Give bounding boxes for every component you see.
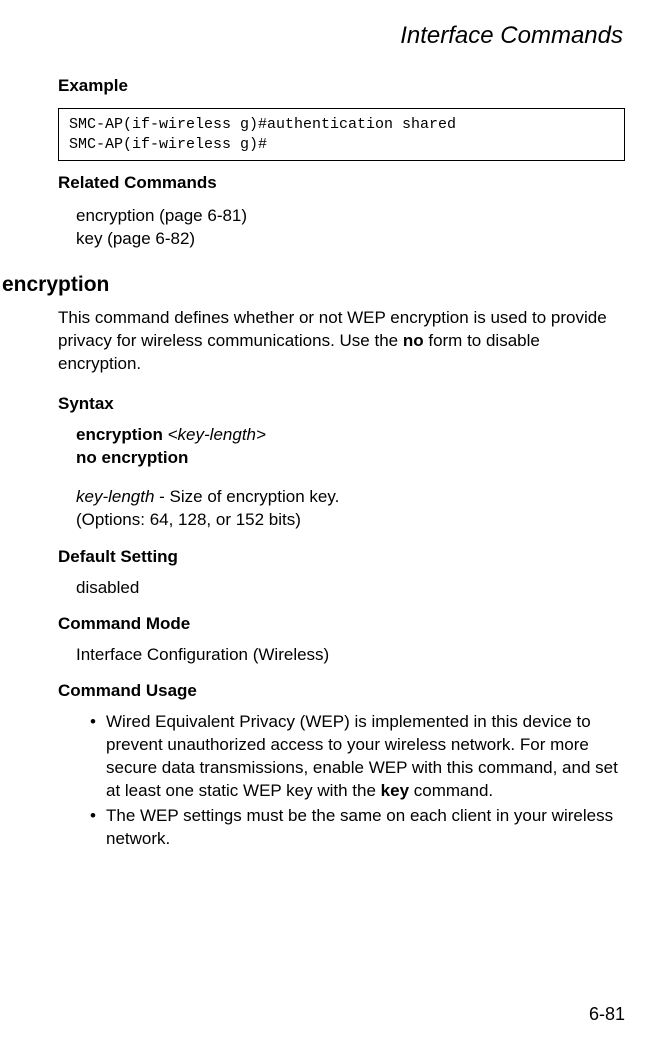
example-code-box: SMC-AP(if-wireless g)#authentication sha… <box>58 108 625 161</box>
bullet-icon: • <box>90 711 96 734</box>
command-usage-list: • Wired Equivalent Privacy (WEP) is impl… <box>90 711 625 851</box>
command-description: This command defines whether or not WEP … <box>58 307 625 376</box>
usage-text-bold: key <box>381 781 409 800</box>
param-name: key-length <box>76 487 154 506</box>
command-usage-heading: Command Usage <box>58 681 625 701</box>
param-desc: - Size of encryption key. <box>154 487 339 506</box>
command-mode-heading: Command Mode <box>58 614 625 634</box>
syntax-param-block: key-length - Size of encryption key. (Op… <box>76 486 625 532</box>
related-commands-heading: Related Commands <box>58 173 625 193</box>
related-command-item: encryption (page 6-81) <box>76 205 625 228</box>
page-number: 6-81 <box>589 1004 625 1025</box>
usage-text: The WEP settings must be the same on eac… <box>106 806 613 848</box>
syntax-line: encryption <key-length> <box>76 424 625 447</box>
command-mode-value: Interface Configuration (Wireless) <box>76 644 625 667</box>
default-setting-value: disabled <box>76 577 625 600</box>
bullet-icon: • <box>90 805 96 828</box>
usage-text-post: command. <box>409 781 493 800</box>
syntax-cmd: encryption <box>76 425 163 444</box>
default-setting-heading: Default Setting <box>58 547 625 567</box>
usage-text-pre: Wired Equivalent Privacy (WEP) is implem… <box>106 712 618 800</box>
syntax-param-options: (Options: 64, 128, or 152 bits) <box>76 509 625 532</box>
syntax-heading: Syntax <box>58 394 625 414</box>
desc-text-bold: no <box>403 331 424 350</box>
usage-list-item: • Wired Equivalent Privacy (WEP) is impl… <box>90 711 625 803</box>
syntax-block: encryption <key-length> no encryption <box>76 424 625 470</box>
syntax-param-line: key-length - Size of encryption key. <box>76 486 625 509</box>
syntax-arg: <key-length> <box>163 425 266 444</box>
related-commands-list: encryption (page 6-81) key (page 6-82) <box>76 205 625 251</box>
usage-list-item: • The WEP settings must be the same on e… <box>90 805 625 851</box>
page-header-title: Interface Commands <box>58 22 623 50</box>
related-command-item: key (page 6-82) <box>76 228 625 251</box>
command-title: encryption <box>2 273 625 297</box>
example-heading: Example <box>58 76 625 96</box>
syntax-line: no encryption <box>76 447 625 470</box>
